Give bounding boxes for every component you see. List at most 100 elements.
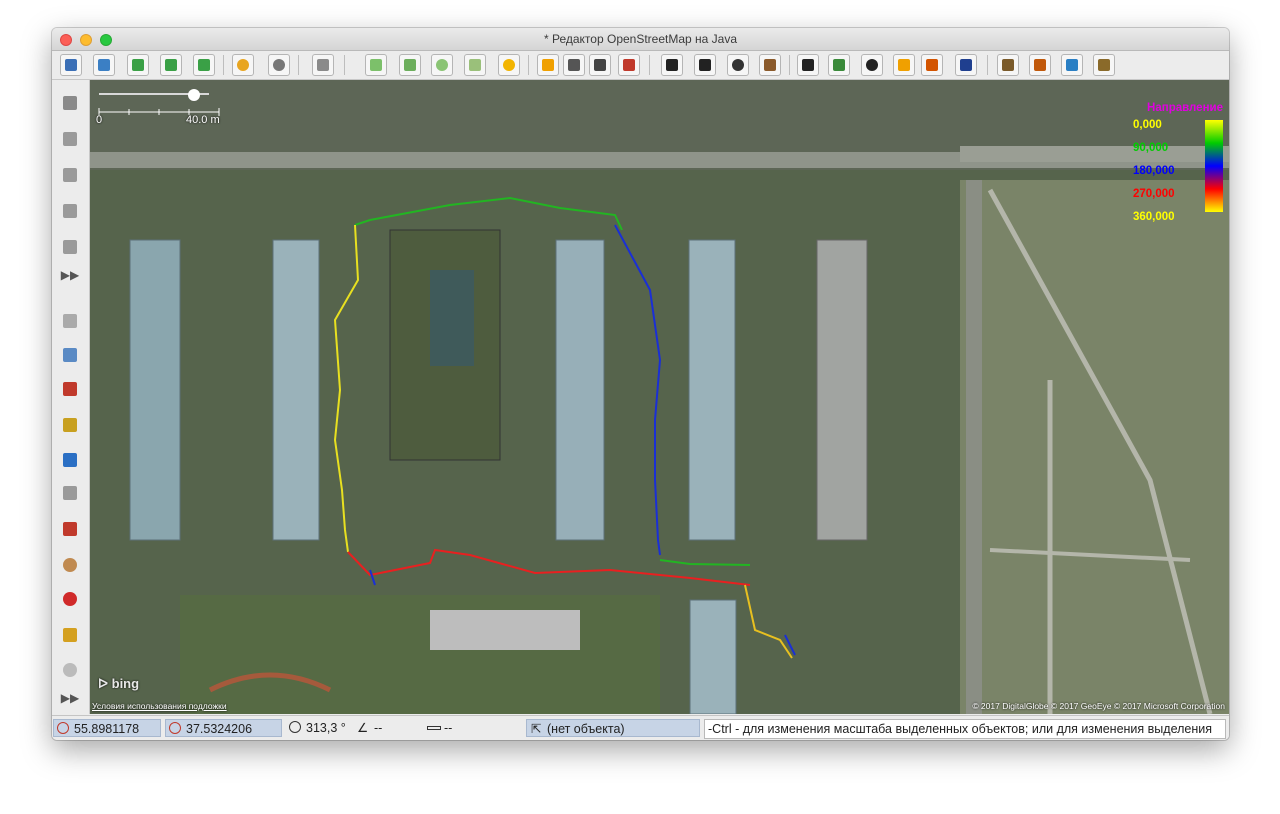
traffic-light-button[interactable] (537, 54, 559, 76)
wireframe-icon (503, 59, 515, 71)
notes-button[interactable] (58, 588, 82, 610)
relations-button[interactable] (58, 378, 82, 400)
zoom-button[interactable] (431, 54, 453, 76)
notes-icon (63, 592, 77, 606)
bicycle-button[interactable] (727, 54, 749, 76)
improve-way-button[interactable] (58, 200, 82, 222)
sports-button[interactable] (861, 54, 883, 76)
longitude-value: 37.5324206 (186, 722, 253, 736)
warning-button[interactable] (921, 54, 943, 76)
tags-button[interactable] (58, 344, 82, 366)
angle-field: ∠ -- (354, 719, 418, 737)
gps-track (333, 196, 796, 659)
bus-icon (699, 59, 711, 71)
open-file-button[interactable] (60, 54, 82, 76)
more-tools-button[interactable]: ▶▶ (58, 264, 82, 286)
map-paint-icon (63, 558, 77, 572)
shop-icon (898, 59, 910, 71)
legend-value: 0,000 (1133, 119, 1162, 131)
industrial-button[interactable] (997, 54, 1019, 76)
more-panels-icon: ▶▶ (60, 691, 80, 705)
car-button[interactable] (661, 54, 683, 76)
ruler-icon (427, 726, 441, 730)
cursor-icon: ⇱ (531, 722, 542, 736)
download-selection-icon (165, 59, 177, 71)
layers-button[interactable] (58, 310, 82, 332)
selection-list-icon (63, 418, 77, 432)
peak-button[interactable] (1029, 54, 1051, 76)
upload-icon (198, 59, 210, 71)
bus-button[interactable] (694, 54, 716, 76)
tags-icon (63, 348, 77, 362)
download-button[interactable] (127, 54, 149, 76)
toolbar-separator (649, 55, 650, 75)
barrier-button[interactable] (618, 54, 640, 76)
changeset-button[interactable] (58, 624, 82, 646)
wireframe-button[interactable] (498, 54, 520, 76)
filter-button[interactable] (58, 482, 82, 504)
map-paint-button[interactable] (58, 554, 82, 576)
heading-value: 313,3 ° (306, 721, 346, 735)
delete-tool-button[interactable] (58, 164, 82, 186)
changeset-icon (63, 628, 77, 642)
draw-icon (63, 240, 77, 254)
draw-line-button[interactable] (58, 128, 82, 150)
redo-icon (273, 59, 285, 71)
wms-button[interactable] (464, 54, 486, 76)
info-icon (960, 59, 972, 71)
playground-button[interactable] (828, 54, 850, 76)
playground-icon (833, 59, 845, 71)
warning-icon (926, 59, 938, 71)
wiki-button[interactable] (58, 659, 82, 681)
traffic-signal-button[interactable] (589, 54, 611, 76)
redo-button[interactable] (268, 54, 290, 76)
road-button[interactable] (563, 54, 585, 76)
scale-distance-label: 40.0 m (186, 114, 220, 126)
preferences-button[interactable] (312, 54, 334, 76)
zoom-slider-knob[interactable] (188, 89, 200, 101)
filter-icon (63, 486, 77, 500)
select-tool-button[interactable] (58, 92, 82, 114)
zoom-icon (436, 59, 448, 71)
info-button[interactable] (955, 54, 977, 76)
tool-sidebar: ▶▶ ▶▶ (52, 80, 90, 714)
latitude-field: 55.8981178 (53, 719, 161, 737)
preferences-icon (317, 59, 329, 71)
castle-icon (1098, 59, 1110, 71)
heading-field: 313,3 ° (286, 719, 350, 737)
car-icon (666, 59, 678, 71)
more-panels-button[interactable]: ▶▶ (58, 687, 82, 709)
download-selection-button[interactable] (160, 54, 182, 76)
wiki-icon (63, 663, 77, 677)
distance-value: -- (444, 721, 453, 735)
castle-button[interactable] (1093, 54, 1115, 76)
imagery-terms-link[interactable]: Условия использования подложки (92, 701, 227, 711)
waterway-button[interactable] (1061, 54, 1083, 76)
latitude-value: 55.8981178 (74, 722, 140, 736)
phone-button[interactable] (797, 54, 819, 76)
draw-line-icon (63, 132, 77, 146)
map-view[interactable]: 0 40.0 m Направление 0,000 90,000 180,00… (90, 80, 1229, 714)
zoom-to-selection-button[interactable] (399, 54, 421, 76)
zoom-to-data-button[interactable] (365, 54, 387, 76)
conflicts-button[interactable] (58, 449, 82, 471)
save-button[interactable] (93, 54, 115, 76)
traffic-signal-icon (594, 59, 606, 71)
open-file-icon (65, 59, 77, 71)
direction-legend: Направление 0,000 90,000 180,000 270,000… (1133, 102, 1223, 223)
distance-field: -- (424, 719, 522, 737)
upload-button[interactable] (193, 54, 215, 76)
barrier-icon (623, 59, 635, 71)
draw-button[interactable] (58, 236, 82, 258)
shop-button[interactable] (893, 54, 915, 76)
object-field: ⇱ (нет объекта) (526, 719, 700, 737)
phone-icon (802, 59, 814, 71)
validator-button[interactable] (58, 518, 82, 540)
help-text: -Ctrl - для изменения масштаба выделенны… (704, 719, 1226, 739)
save-icon (98, 59, 110, 71)
selection-list-button[interactable] (58, 414, 82, 436)
bing-logo-text: bing (111, 676, 140, 691)
railway-button[interactable] (759, 54, 781, 76)
undo-button[interactable] (232, 54, 254, 76)
toolbar-separator (528, 55, 529, 75)
